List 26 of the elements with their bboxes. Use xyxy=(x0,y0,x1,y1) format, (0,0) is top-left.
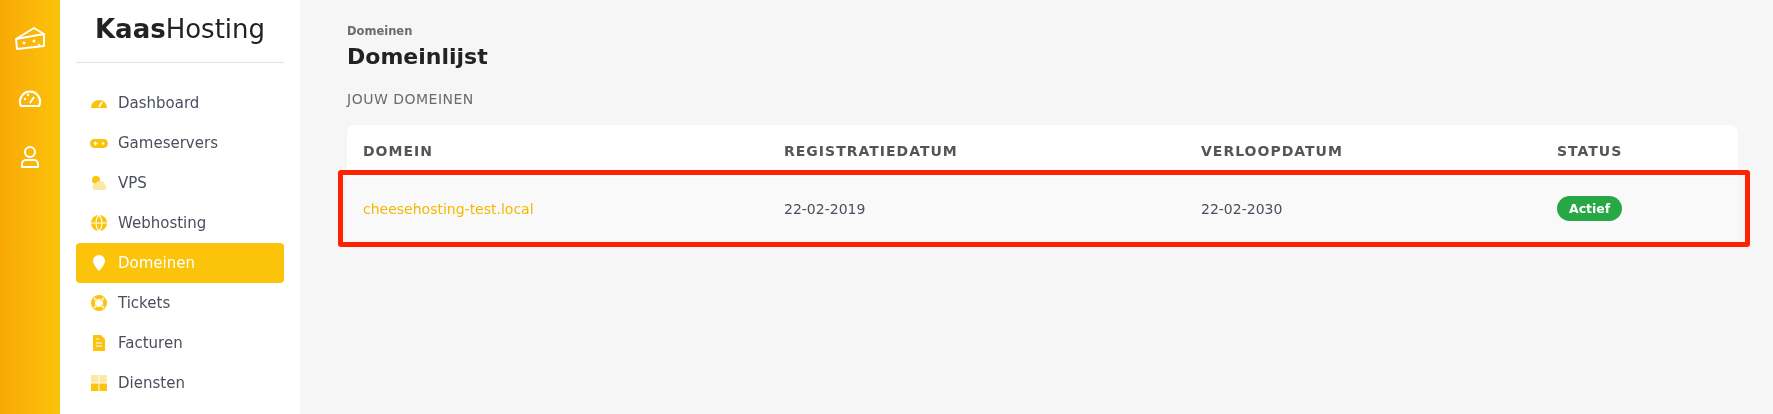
map-pin-icon xyxy=(90,254,108,272)
sidebar-item[interactable]: Facturen xyxy=(76,323,284,363)
section-heading: JOUW DOMEINEN xyxy=(347,91,475,107)
sidebar-item[interactable]: Dashboard xyxy=(76,83,284,123)
grid-icon xyxy=(90,374,108,392)
column-header: REGISTRATIEDATUM xyxy=(784,143,958,159)
column-header: STATUS xyxy=(1557,143,1623,159)
cloud-icon xyxy=(90,174,108,192)
table-cell: 22-02-2019 xyxy=(784,200,866,217)
sidebar-item[interactable]: Gameservers xyxy=(76,123,284,163)
column-header: VERLOOPDATUM xyxy=(1201,143,1343,159)
status-badge: Actief xyxy=(1557,196,1623,221)
breadcrumb: Domeinen xyxy=(347,24,414,38)
user-icon xyxy=(20,145,40,169)
sidebar-item[interactable]: Diensten xyxy=(76,363,284,403)
sidebar-item[interactable]: Webhosting xyxy=(76,203,284,243)
column-header: DOMEIN xyxy=(363,143,433,159)
lifebuoy-icon xyxy=(90,294,108,312)
sidebar-item[interactable]: VPS xyxy=(76,163,284,203)
brand-logo: KaasHosting xyxy=(76,0,284,63)
document-icon xyxy=(90,334,108,352)
table-cell: 22-02-2030 xyxy=(1201,200,1283,217)
globe-icon xyxy=(90,214,108,232)
sidebar-item[interactable]: Tickets xyxy=(76,283,284,323)
cheese-icon xyxy=(14,26,46,52)
page-title: Domeinlijst xyxy=(347,44,489,69)
